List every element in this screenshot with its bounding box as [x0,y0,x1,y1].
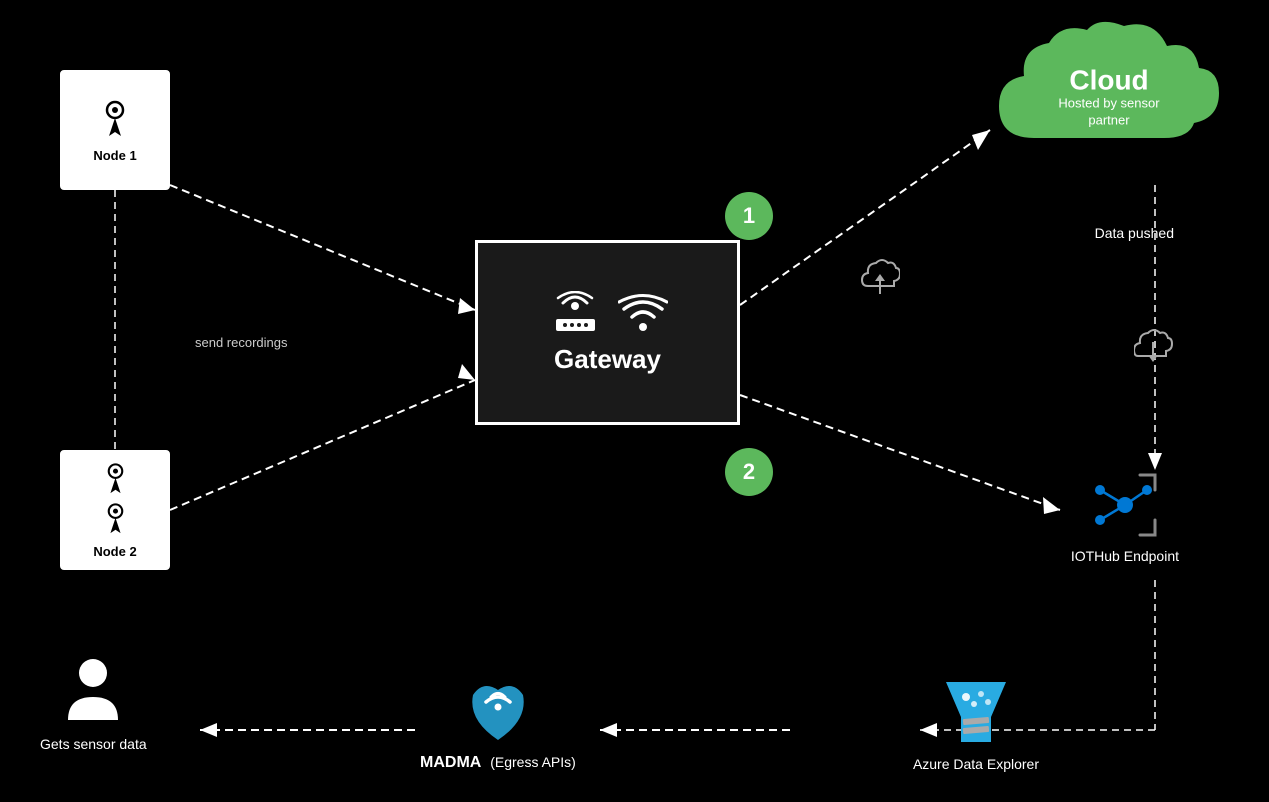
azure-container: Azure Data Explorer [913,672,1039,772]
madma-label: MADMA (Egress APIs) [420,754,576,772]
diagram: Cloud Hosted by sensor partner Data push… [0,0,1269,802]
node2-icons [98,461,133,539]
node1-label: Node 1 [93,148,136,163]
node1: Node 1 [60,70,170,190]
step-circle-1: 1 [725,192,773,240]
iothub-label: IOTHub Endpoint [1071,548,1179,564]
azure-label: Azure Data Explorer [913,756,1039,772]
data-pushed-label: Data pushed [1095,225,1174,241]
gateway-box: Gateway [475,240,740,425]
iothub-container: IOTHub Endpoint [1071,470,1179,564]
madma-container: MADMA (Egress APIs) [420,670,576,772]
cloud-container: Cloud Hosted by sensor partner [969,10,1249,185]
person-container: Gets sensor data [40,655,147,752]
step-circle-2: 2 [725,448,773,496]
node2-label: Node 2 [93,544,136,559]
node2: Node 2 [60,450,170,570]
upload-icon [860,258,900,303]
download-icon [1134,328,1174,373]
cloud-shape: Cloud Hosted by sensor partner [979,18,1239,178]
send-recordings-label: send recordings [195,335,288,350]
gateway-icons [548,291,668,336]
gateway-label: Gateway [554,344,661,375]
person-label: Gets sensor data [40,736,147,752]
